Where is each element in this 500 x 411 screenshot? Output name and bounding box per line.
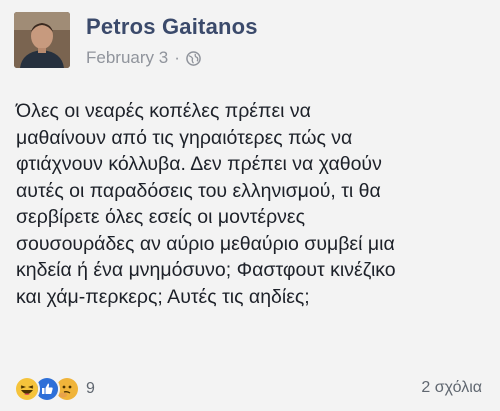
- post-text-line: σερβίρετε όλες εσείς οι μοντέρνες: [16, 206, 306, 228]
- reactions-summary[interactable]: 9: [14, 376, 95, 402]
- post-text-line: μαθαίνουν από τις γηραιότερες πώς να: [16, 126, 353, 149]
- post-text-line: αυτές οι παραδόσεις του ελληνισμού, τι θ…: [16, 179, 381, 202]
- avatar[interactable]: [14, 12, 70, 68]
- profile-photo: [14, 12, 70, 68]
- facebook-post: Petros Gaitanos February 3 · Όλες οι νεα…: [0, 0, 500, 411]
- globe-icon[interactable]: [186, 50, 201, 66]
- post-footer: 9 2 σχόλια: [0, 372, 500, 406]
- post-date[interactable]: February 3: [86, 48, 168, 68]
- reaction-count: 9: [86, 380, 95, 397]
- haha-icon: [14, 376, 40, 402]
- author-name[interactable]: Petros Gaitanos: [86, 14, 258, 40]
- post-text-line: σουσουράδες αν αύριο μεθαύριο συμβεί μια: [16, 232, 395, 255]
- post-text: Όλες οι νεαρές κοπέλες πρέπει να μαθαίνο…: [16, 98, 488, 310]
- post-meta: February 3 ·: [86, 48, 201, 68]
- post-text-line: κηδεία ή ένα μνημόσυνο; Φαστφουτ κινέζικ…: [16, 259, 396, 281]
- post-text-line: φτιάχνουν κόλλυβα. Δεν πρέπει να χαθούν: [16, 153, 382, 175]
- meta-separator: ·: [174, 48, 180, 67]
- post-text-line: Όλες οι νεαρές κοπέλες πρέπει να: [16, 100, 311, 122]
- comments-count-link[interactable]: 2 σχόλια: [421, 379, 482, 397]
- post-text-line: και χάμ-περκερς; Αυτές τις αηδίες;: [16, 285, 310, 308]
